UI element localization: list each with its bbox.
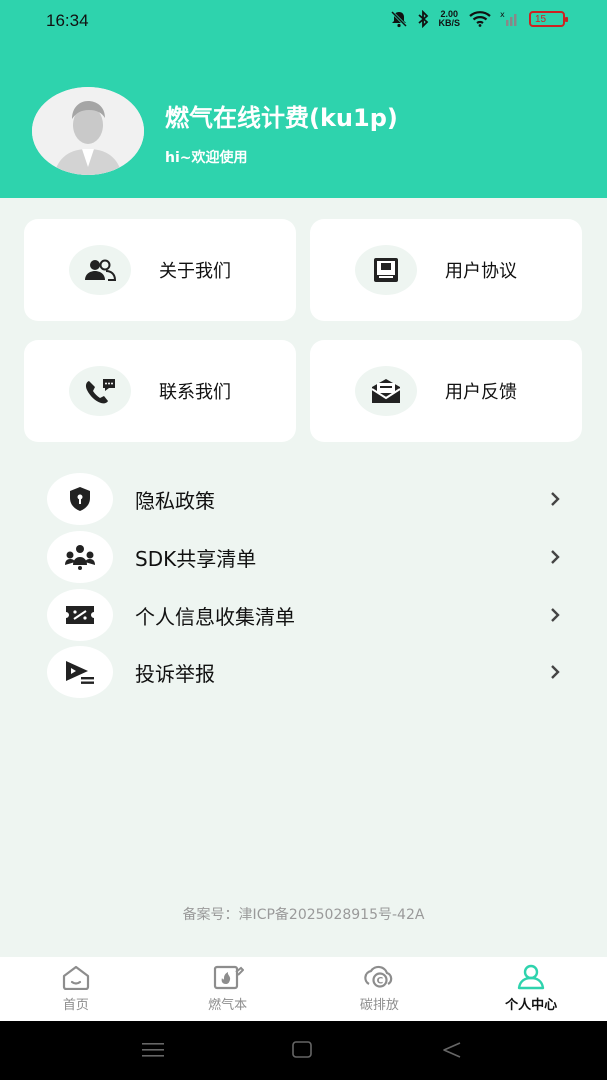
menu-icon[interactable] [142,1041,164,1059]
list-item-label: 个人信息收集清单 [135,604,295,629]
status-icons: 2.00 KB/S x 15 [390,9,568,28]
mail-icon [355,366,417,416]
document-icon [355,245,417,295]
user-icon [517,964,545,990]
ticket-icon [47,589,113,641]
tab-profile[interactable]: 个人中心 [455,957,607,1021]
user-agreement-card[interactable]: 用户协议 [310,219,582,321]
group-icon [47,531,113,583]
bluetooth-icon [418,10,429,28]
chevron-right-icon [543,603,567,627]
tab-label: 碳排放 [359,998,399,1013]
home-square-icon[interactable] [292,1041,312,1059]
user-feedback-card[interactable]: 用户反馈 [310,340,582,442]
chevron-right-icon [543,487,567,511]
net-speed: 2.00 KB/S [438,9,460,28]
list-item-privacy-policy[interactable]: 隐私政策 [47,473,567,525]
list-item-sdk-list[interactable]: SDK共享清单 [47,531,567,583]
tab-gas-book[interactable]: 燃气本 [152,957,304,1021]
tab-home[interactable]: 首页 [0,957,152,1021]
phone-chat-icon [69,366,131,416]
report-play-icon [47,646,113,698]
avatar-person-icon [32,87,144,175]
card-label: 用户协议 [445,261,517,282]
svg-text:C: C [377,977,384,987]
wifi-icon [469,11,491,27]
profile-subtitle: hi~欢迎使用 [165,150,248,166]
tab-label: 个人中心 [505,998,558,1013]
list-item-complaint-report[interactable]: 投诉举报 [47,646,567,698]
list-item-label: 隐私政策 [135,488,215,513]
card-label: 联系我们 [159,382,231,403]
chevron-right-icon [543,545,567,569]
battery-icon: 15 [529,11,568,27]
status-bar: 16:34 2.00 KB/S x 15 [0,0,607,42]
profile-title: 燃气在线计费(ku1p) [165,104,398,132]
card-label: 用户反馈 [445,382,517,403]
home-icon [62,965,89,990]
carbon-icon: C [364,965,393,988]
list-item-label: 投诉举报 [135,661,215,686]
list-item-label: SDK共享清单 [135,546,257,571]
book-fire-icon [213,965,244,990]
svg-text:x: x [500,11,505,19]
chevron-right-icon [543,660,567,684]
about-us-card[interactable]: 关于我们 [24,219,296,321]
status-time: 16:34 [46,11,89,30]
shield-lock-icon [47,473,113,525]
system-navigation-bar [0,1021,607,1080]
signal-icon: x [500,11,517,26]
tab-carbon[interactable]: C 碳排放 [304,957,456,1021]
back-triangle-icon[interactable] [442,1041,462,1059]
tab-label: 首页 [62,998,89,1013]
icp-record-number: 备案号：津ICP备2025028915号-42A [182,907,425,923]
list-item-personal-info-list[interactable]: 个人信息收集清单 [47,589,567,641]
mute-bell-icon [391,10,408,28]
people-icon [69,245,131,295]
avatar[interactable] [32,87,144,175]
contact-us-card[interactable]: 联系我们 [24,340,296,442]
tab-label: 燃气本 [208,998,248,1013]
bottom-tab-bar: 首页 燃气本 C 碳排放 个人中心 [0,957,607,1021]
card-label: 关于我们 [159,261,231,282]
